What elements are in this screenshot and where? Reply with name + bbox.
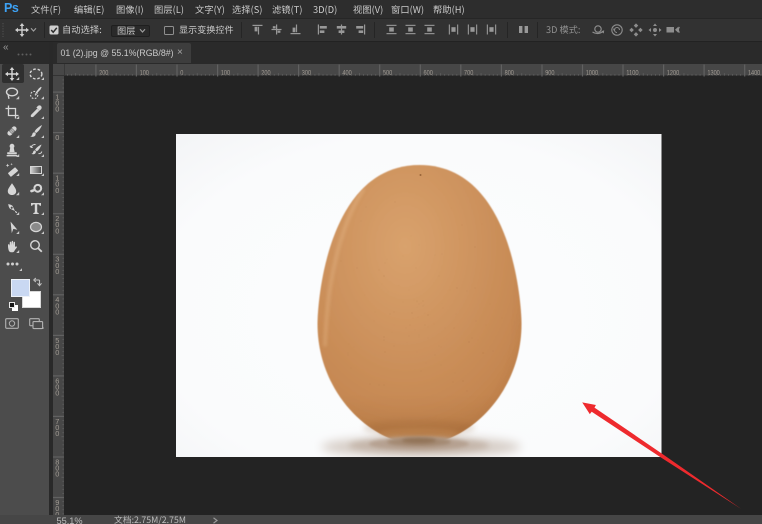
svg-text:0: 0 [55, 429, 59, 438]
svg-text:0: 0 [55, 226, 59, 235]
svg-text:1400: 1400 [748, 67, 760, 76]
svg-text:1200: 1200 [667, 67, 679, 76]
svg-text:1000: 1000 [586, 67, 598, 76]
svg-text:0: 0 [55, 267, 59, 276]
svg-text:0: 0 [55, 105, 59, 114]
svg-text:0: 0 [55, 133, 59, 142]
svg-text:1100: 1100 [626, 67, 638, 76]
svg-text:0: 0 [55, 186, 59, 195]
svg-text:0: 0 [55, 470, 59, 479]
svg-text:0: 0 [55, 348, 59, 357]
svg-text:0: 0 [55, 389, 59, 398]
svg-text:0: 0 [55, 308, 59, 317]
svg-text:1300: 1300 [707, 67, 719, 76]
